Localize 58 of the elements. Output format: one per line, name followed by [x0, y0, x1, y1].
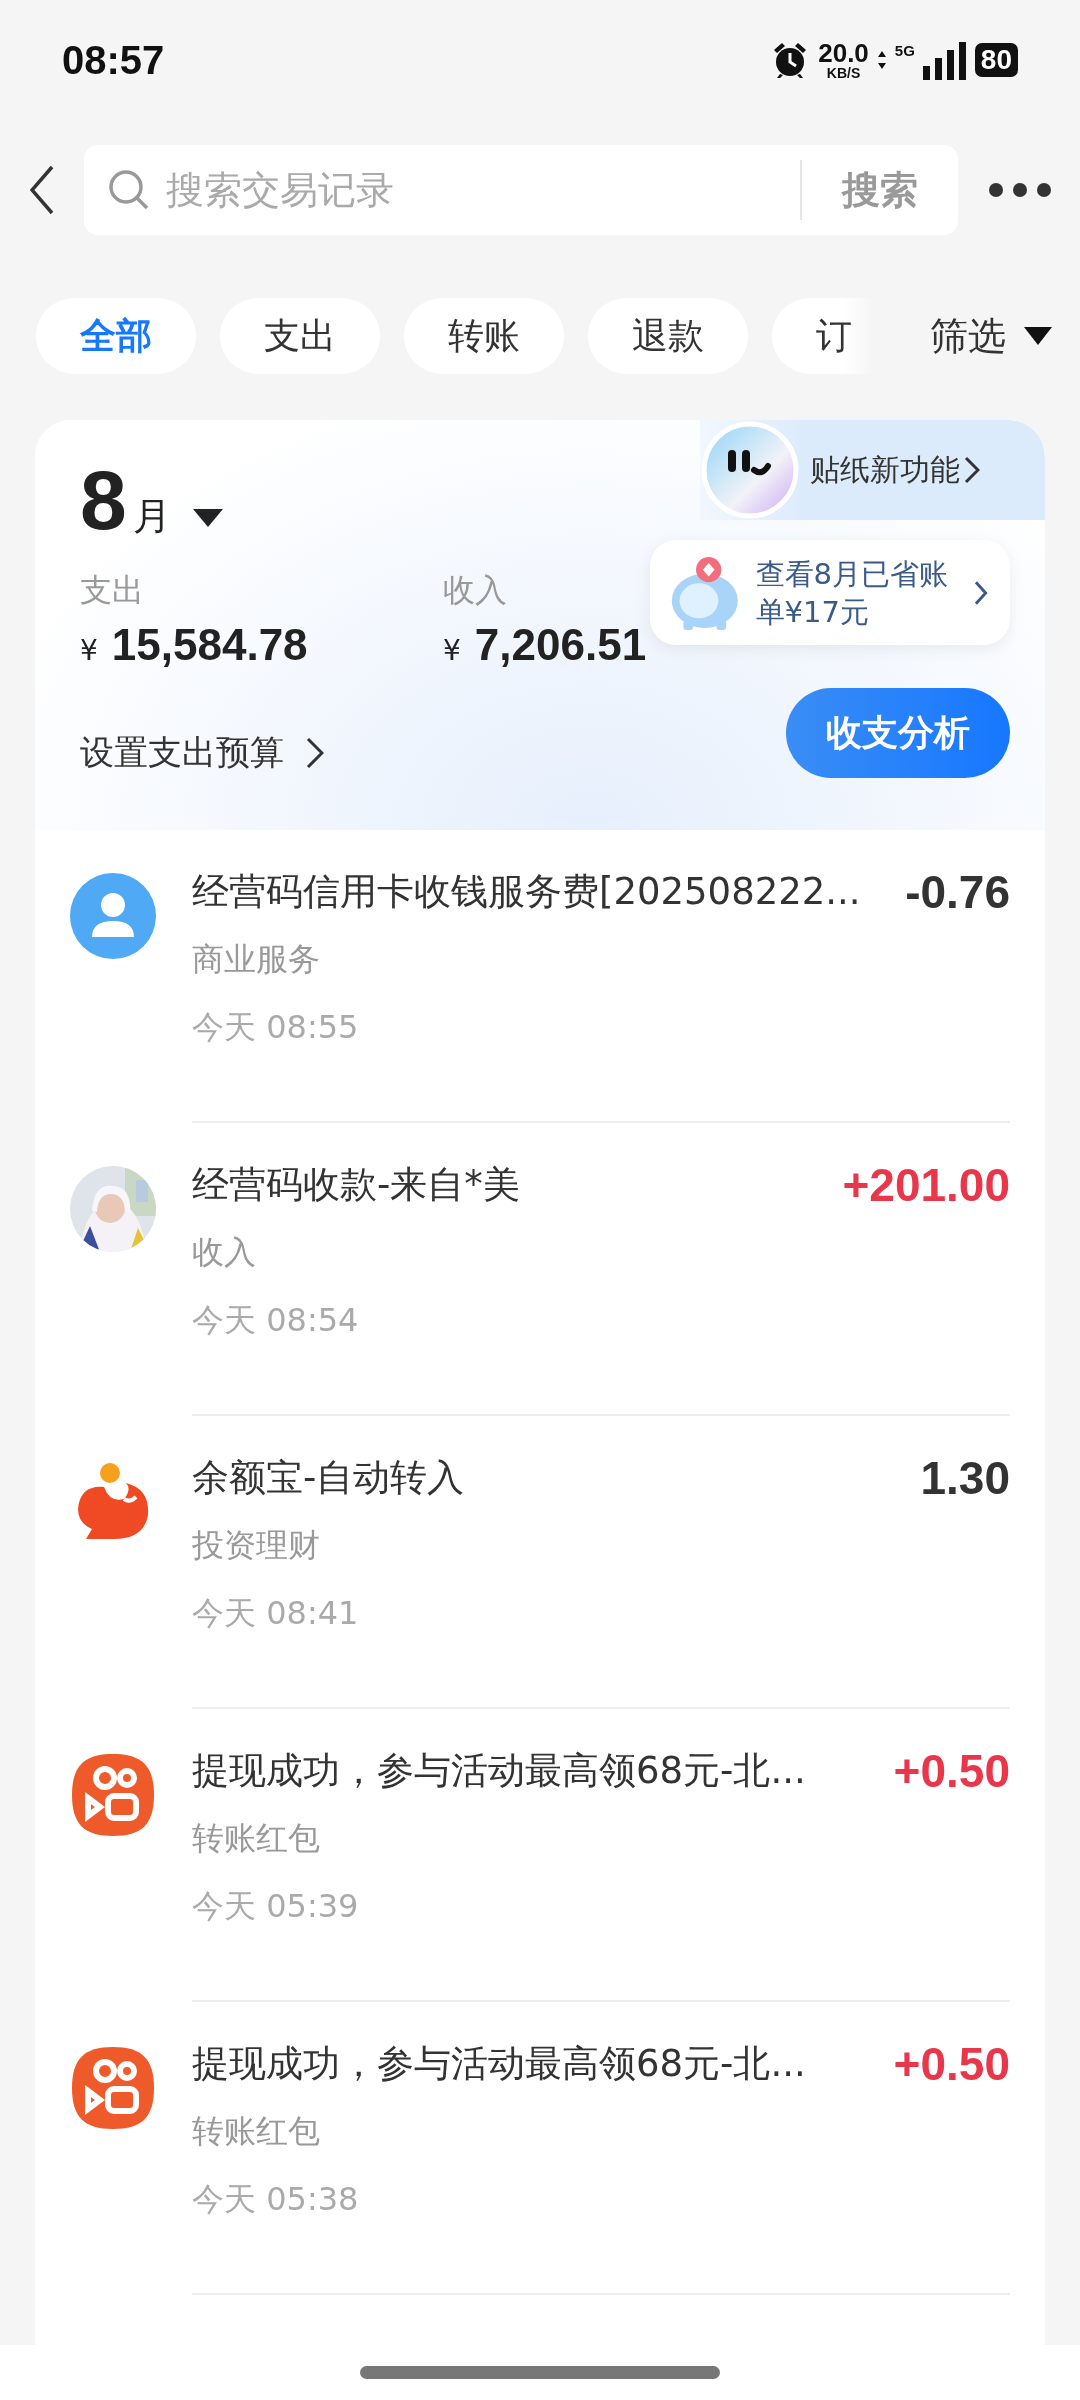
filter-tab[interactable]: 支出 — [220, 298, 380, 374]
transaction-time: 今天 05:38 — [192, 2179, 360, 2219]
transaction-category: 商业服务 — [192, 939, 321, 979]
transaction-title: 经营码信用卡收钱服务费[202508222... — [192, 869, 862, 915]
more-icon[interactable] — [988, 182, 1052, 198]
savings-tip-text: 查看8月已省账单¥17元 — [755, 555, 950, 631]
filter-tab[interactable]: 退款 — [588, 298, 748, 374]
currency-symbol: ¥ — [443, 634, 461, 667]
chevron-right-icon — [974, 579, 988, 606]
month-unit[interactable]: 月 — [132, 491, 171, 542]
transaction-time: 今天 05:39 — [192, 1886, 360, 1926]
analysis-button[interactable]: 收支分析 — [786, 688, 1010, 778]
transaction-amount: +201.00 — [842, 1158, 1010, 1212]
speed-unit: KB/S — [826, 66, 861, 80]
month-number[interactable]: 8 — [80, 460, 127, 540]
currency-symbol: ¥ — [80, 634, 98, 667]
transaction-category: 投资理财 — [192, 1525, 321, 1565]
expense-label: 支出 — [80, 570, 144, 610]
sticker-banner[interactable]: 贴纸新功能 — [700, 420, 1045, 520]
income-label: 收入 — [443, 570, 507, 610]
signal-icon — [922, 40, 967, 80]
transaction-title: 余额宝-自动转入 — [192, 1455, 466, 1501]
chevron-right-icon — [964, 456, 980, 484]
network-speed: 20.0 — [818, 40, 869, 66]
income-amount: 7,206.51 — [474, 620, 647, 670]
network-type: 5G — [894, 42, 915, 59]
transaction-time: 今天 08:41 — [192, 1593, 360, 1633]
clock-time: 08:57 — [62, 37, 165, 83]
camera-app-icon — [70, 1752, 156, 1838]
transaction-category: 收入 — [192, 1232, 257, 1272]
transaction-category: 转账红包 — [192, 1818, 321, 1858]
transaction-title: 提现成功，参与活动最高领68元-北... — [192, 2041, 807, 2087]
expense-amount: 15,584.78 — [111, 620, 308, 670]
transaction-amount: +0.50 — [893, 2037, 1010, 2091]
transaction-amount: -0.76 — [905, 865, 1010, 919]
battery-level: 80 — [974, 43, 1018, 77]
transaction-title: 经营码收款-来自*美 — [192, 1162, 521, 1208]
search-icon — [108, 169, 150, 211]
chevron-right-icon — [306, 737, 324, 769]
transaction-amount: 1.30 — [920, 1451, 1010, 1505]
user-avatar-icon — [70, 873, 156, 959]
data-arrows-icon — [876, 49, 887, 71]
sticker-banner-text: 贴纸新功能 — [810, 450, 960, 489]
filter-tab[interactable]: 转账 — [404, 298, 564, 374]
transaction-title: 提现成功，参与活动最高领68元-北... — [192, 1748, 807, 1794]
transaction-category: 转账红包 — [192, 2111, 321, 2151]
smiley-sticker-icon — [700, 420, 800, 520]
filter-button[interactable]: 筛选 — [930, 310, 1006, 362]
dropdown-caret-icon[interactable] — [1024, 327, 1052, 345]
transaction-amount: +0.50 — [893, 1744, 1010, 1798]
transaction-time: 今天 08:55 — [192, 1007, 360, 1047]
filter-tab[interactable]: 全部 — [36, 298, 196, 374]
dropdown-caret-icon[interactable] — [192, 509, 223, 529]
transaction-time: 今天 08:54 — [192, 1300, 360, 1340]
budget-link[interactable]: 设置支出预算 — [80, 730, 284, 776]
camera-app-icon — [70, 2045, 156, 2131]
savings-tooltip[interactable]: 查看8月已省账单¥17元 — [650, 540, 1010, 645]
back-icon[interactable] — [30, 165, 54, 215]
